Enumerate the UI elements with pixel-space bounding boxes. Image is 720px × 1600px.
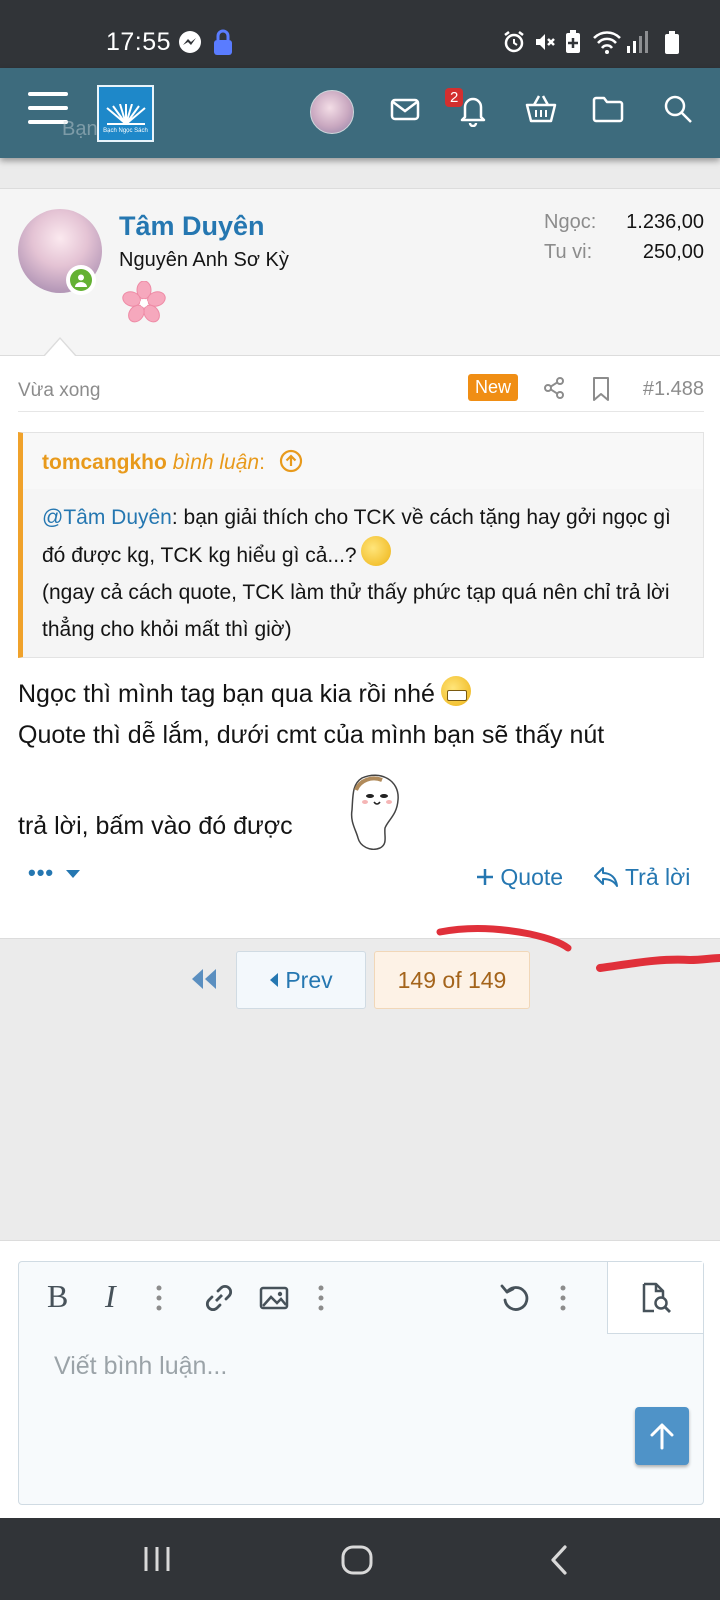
stat-value: 1.236,00	[626, 211, 704, 233]
link-icon[interactable]	[203, 1282, 235, 1319]
stat-ngoc: Ngọc: 1.236,00	[544, 211, 704, 234]
quote-button[interactable]: Quote	[476, 864, 563, 891]
submit-reply-button[interactable]	[635, 1407, 689, 1465]
more-dots: •••	[28, 860, 55, 885]
battery-saver-icon	[564, 30, 582, 59]
status-time: 17:55	[106, 28, 172, 56]
prev-label: Prev	[285, 966, 333, 993]
reply-icon	[594, 867, 618, 887]
alarm-icon	[502, 30, 526, 59]
more-actions-button[interactable]: •••	[28, 860, 81, 886]
book-icon	[105, 104, 146, 125]
bell-icon[interactable]	[457, 93, 489, 132]
go-to-quote-icon[interactable]	[279, 449, 303, 473]
post-number[interactable]: #1.488	[643, 378, 704, 401]
logo-text: Bạch Ngọc Sách	[103, 128, 148, 134]
status-bar: 17:55	[0, 0, 720, 68]
grin-emoji-icon	[440, 676, 471, 706]
flower-icon	[122, 280, 166, 330]
comment-input[interactable]: Viết bình luận...	[54, 1352, 227, 1381]
message-line-1: Ngọc thì mình tag bạn qua kia rồi nhé	[18, 680, 435, 708]
quote-text-2: (ngay cả cách quote, TCK làm thử thấy ph…	[42, 581, 670, 641]
reply-button[interactable]: Trả lời	[593, 864, 690, 891]
user-title: Nguyên Anh Sơ Kỳ	[119, 249, 289, 271]
post-actions: ••• Quote Trả lời	[18, 850, 704, 900]
message-line: Ngọc thì mình tag bạn qua kia rồi nhé	[18, 674, 704, 715]
new-badge: New	[468, 374, 519, 401]
italic-button[interactable]: I	[105, 1278, 116, 1315]
quote-block: tomcangkho bình luận: @Tâm Duyên: bạn gi…	[18, 432, 704, 658]
stat-label: Tu vi:	[544, 241, 593, 263]
pagination: Prev 149 of 149	[0, 938, 720, 1240]
reply-editor-area: B I Viết bình luận...	[0, 1240, 720, 1518]
undo-icon[interactable]	[499, 1282, 531, 1319]
post-caret	[44, 339, 76, 357]
more-insert-options-icon[interactable]	[317, 1284, 325, 1317]
online-indicator	[66, 265, 96, 295]
caret-left-icon	[270, 973, 279, 987]
first-page-button[interactable]	[190, 967, 218, 996]
mute-icon	[533, 30, 557, 59]
post-time[interactable]: Vừa xong	[18, 380, 100, 402]
stat-value: 250,00	[642, 241, 704, 263]
reply-label: Trả lời	[624, 864, 691, 890]
post-message: Ngọc thì mình tag bạn qua kia rồi nhé Qu…	[18, 674, 704, 850]
quote-body: @Tâm Duyên: bạn giải thích cho TCK về cá…	[42, 499, 682, 648]
avatar[interactable]	[310, 90, 354, 134]
bookmark-icon[interactable]	[590, 376, 612, 407]
back-icon[interactable]	[548, 1544, 570, 1581]
site-logo[interactable]: Bạch Ngọc Sách	[97, 85, 154, 142]
quote-colon: :	[259, 451, 265, 474]
preview-icon	[642, 1282, 671, 1313]
ghost-text: Bạn	[62, 118, 98, 140]
message-line-2: Quote thì dễ lắm, dưới cmt của mình bạn …	[18, 721, 605, 749]
stat-label: Ngọc:	[544, 211, 597, 233]
lock-icon	[212, 28, 234, 61]
more-text-options-icon[interactable]	[155, 1284, 163, 1317]
quote-author[interactable]: tomcangkho	[42, 451, 167, 474]
arrow-up-icon	[650, 1423, 674, 1450]
user-icon	[75, 274, 87, 287]
folder-icon[interactable]	[591, 93, 625, 130]
messenger-icon	[178, 30, 202, 59]
quote-author-line: tomcangkho bình luận:	[42, 449, 303, 475]
plus-icon	[477, 869, 493, 885]
bold-button[interactable]: B	[47, 1278, 68, 1315]
image-icon[interactable]	[259, 1284, 289, 1317]
post-user-header: Tâm Duyên Nguyên Anh Sơ Kỳ Ngọc: 1.236,0…	[0, 188, 720, 357]
thinking-emoji-icon	[360, 536, 391, 566]
share-icon[interactable]	[542, 376, 566, 405]
wifi-icon	[592, 30, 622, 59]
quote-verb: bình luận	[172, 451, 260, 474]
editor-toolbar: B I	[19, 1262, 703, 1334]
more-editor-options-icon[interactable]	[559, 1284, 567, 1317]
prev-page-button[interactable]: Prev	[236, 951, 366, 1009]
reply-editor: B I Viết bình luận...	[18, 1261, 704, 1505]
post-body: Vừa xong New #1.488 tomcangkho bình luận…	[0, 356, 720, 938]
recent-apps-icon[interactable]	[142, 1544, 172, 1579]
app-header: Bạch Ngọc Sách 2	[0, 68, 720, 158]
home-icon[interactable]	[340, 1544, 374, 1581]
quote-label: Quote	[500, 864, 564, 890]
mail-icon[interactable]	[389, 93, 421, 130]
preview-button[interactable]	[607, 1262, 703, 1334]
post-meta: Vừa xong New #1.488	[18, 356, 704, 412]
basket-icon[interactable]	[524, 93, 558, 130]
mention-link[interactable]: @Tâm Duyên	[42, 506, 172, 529]
post-author[interactable]: Tâm Duyên	[119, 211, 265, 242]
ghost-sticker-icon	[350, 774, 399, 850]
chevron-down-icon	[66, 870, 81, 878]
signal-icon	[626, 30, 648, 59]
stat-tu-vi: Tu vi: 250,00	[544, 241, 704, 264]
battery-icon	[664, 30, 680, 59]
system-nav-bar	[0, 1518, 720, 1600]
current-page[interactable]: 149 of 149	[374, 951, 530, 1009]
search-icon[interactable]	[662, 93, 694, 130]
